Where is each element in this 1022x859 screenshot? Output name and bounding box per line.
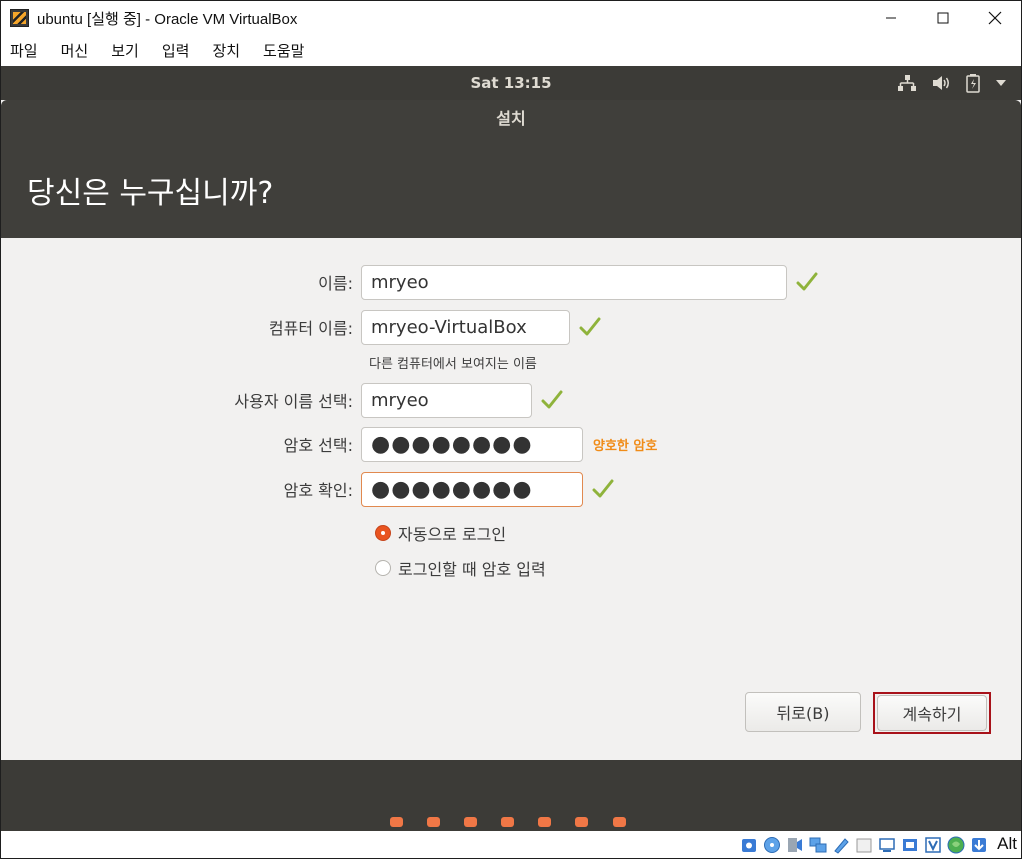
maximize-icon bbox=[937, 12, 949, 24]
check-icon bbox=[579, 317, 601, 337]
progress-dot bbox=[538, 817, 551, 827]
password-input[interactable]: ●●●●●●●● bbox=[361, 426, 583, 462]
virtualization-icon[interactable] bbox=[923, 835, 943, 855]
progress-dot bbox=[613, 817, 626, 827]
mouse-integration-icon[interactable] bbox=[946, 835, 966, 855]
menu-input[interactable]: 입력 bbox=[162, 40, 190, 61]
volume-icon[interactable] bbox=[931, 74, 951, 92]
progress-dot bbox=[390, 817, 403, 827]
chevron-down-icon[interactable] bbox=[995, 79, 1007, 87]
check-icon bbox=[796, 272, 818, 292]
display-icon[interactable] bbox=[877, 835, 897, 855]
check-icon bbox=[541, 390, 563, 410]
menu-file[interactable]: 파일 bbox=[10, 40, 38, 61]
require-password-option[interactable]: 로그인할 때 암호 입력 bbox=[375, 556, 546, 580]
computer-name-label: 컴퓨터 이름: bbox=[268, 319, 353, 338]
username-label: 사용자 이름 선택: bbox=[234, 392, 353, 411]
progress-dot bbox=[575, 817, 588, 827]
system-tray[interactable] bbox=[897, 66, 1007, 100]
battery-icon[interactable] bbox=[965, 73, 981, 93]
auto-login-label: 자동으로 로그인 bbox=[398, 525, 507, 544]
auto-login-option[interactable]: 자동으로 로그인 bbox=[375, 521, 506, 545]
password-label: 암호 선택: bbox=[283, 436, 353, 455]
username-row: 사용자 이름 선택: mryeo bbox=[1, 382, 563, 418]
close-button[interactable] bbox=[969, 1, 1021, 35]
optical-drive-icon[interactable] bbox=[762, 835, 782, 855]
back-button[interactable]: 뒤로(B) bbox=[745, 692, 861, 732]
ubuntu-top-panel: Sat 13:15 bbox=[1, 66, 1021, 100]
name-label: 이름: bbox=[318, 274, 353, 293]
password-row: 암호 선택: ●●●●●●●● 양호한 암호 bbox=[1, 426, 657, 462]
network-icon[interactable] bbox=[808, 835, 828, 855]
require-password-label: 로그인할 때 암호 입력 bbox=[398, 560, 546, 579]
menu-devices[interactable]: 장치 bbox=[212, 40, 240, 61]
confirm-password-label: 암호 확인: bbox=[283, 481, 353, 500]
username-input[interactable]: mryeo bbox=[361, 382, 532, 418]
shared-folders-icon[interactable] bbox=[854, 835, 874, 855]
menu-bar: 파일 머신 보기 입력 장치 도움말 bbox=[1, 35, 1021, 66]
window-titlebar: ubuntu [실행 중] - Oracle VM VirtualBox bbox=[1, 1, 1021, 35]
confirm-password-row: 암호 확인: ●●●●●●●● bbox=[1, 471, 614, 507]
host-key-label: Alt bbox=[997, 834, 1017, 853]
name-input[interactable]: mryeo bbox=[361, 264, 787, 300]
video-capture-icon[interactable] bbox=[900, 835, 920, 855]
menu-machine[interactable]: 머신 bbox=[61, 40, 89, 61]
clock[interactable]: Sat 13:15 bbox=[1, 66, 1021, 100]
virtualbox-statusbar: Alt bbox=[1, 831, 1021, 858]
progress-dot bbox=[427, 817, 440, 827]
continue-button[interactable]: 계속하기 bbox=[877, 695, 987, 731]
window-controls bbox=[865, 1, 1021, 35]
installer-window: 설치 당신은 누구십니까? 이름: mryeo 컴퓨터 이름: mryeo-Vi… bbox=[1, 100, 1021, 760]
radio-selected-icon[interactable] bbox=[375, 525, 391, 541]
virtualbox-app-icon bbox=[9, 7, 31, 29]
progress-dot bbox=[464, 817, 477, 827]
computer-name-input[interactable]: mryeo-VirtualBox bbox=[361, 309, 570, 345]
install-progress bbox=[1, 760, 1021, 831]
confirm-password-input[interactable]: ●●●●●●●● bbox=[361, 471, 583, 507]
user-form: 이름: mryeo 컴퓨터 이름: mryeo-VirtualBox 다른 컴퓨… bbox=[1, 238, 1021, 760]
network-icon[interactable] bbox=[897, 74, 917, 92]
page-heading: 당신은 누구십니까? bbox=[27, 176, 274, 211]
close-icon bbox=[988, 11, 1002, 25]
progress-dot bbox=[501, 817, 514, 827]
password-strength: 양호한 암호 bbox=[593, 438, 658, 454]
audio-icon[interactable] bbox=[785, 835, 805, 855]
device-icons bbox=[739, 834, 989, 856]
computer-name-hint: 다른 컴퓨터에서 보여지는 이름 bbox=[369, 357, 537, 372]
window-title: ubuntu [실행 중] - Oracle VM VirtualBox bbox=[37, 10, 298, 28]
hard-disk-icon[interactable] bbox=[739, 835, 759, 855]
keyboard-icon[interactable] bbox=[969, 835, 989, 855]
menu-help[interactable]: 도움말 bbox=[263, 40, 304, 61]
minimize-icon bbox=[886, 17, 896, 19]
installer-title: 설치 bbox=[1, 100, 1021, 138]
menu-view[interactable]: 보기 bbox=[111, 40, 139, 61]
installer-header: 당신은 누구십니까? bbox=[1, 138, 1021, 238]
name-row: 이름: mryeo bbox=[1, 264, 818, 300]
computer-name-row: 컴퓨터 이름: mryeo-VirtualBox bbox=[1, 309, 601, 345]
maximize-button[interactable] bbox=[917, 1, 969, 35]
radio-unselected-icon[interactable] bbox=[375, 560, 391, 576]
minimize-button[interactable] bbox=[865, 1, 917, 35]
check-icon bbox=[592, 479, 614, 499]
usb-icon[interactable] bbox=[831, 835, 851, 855]
